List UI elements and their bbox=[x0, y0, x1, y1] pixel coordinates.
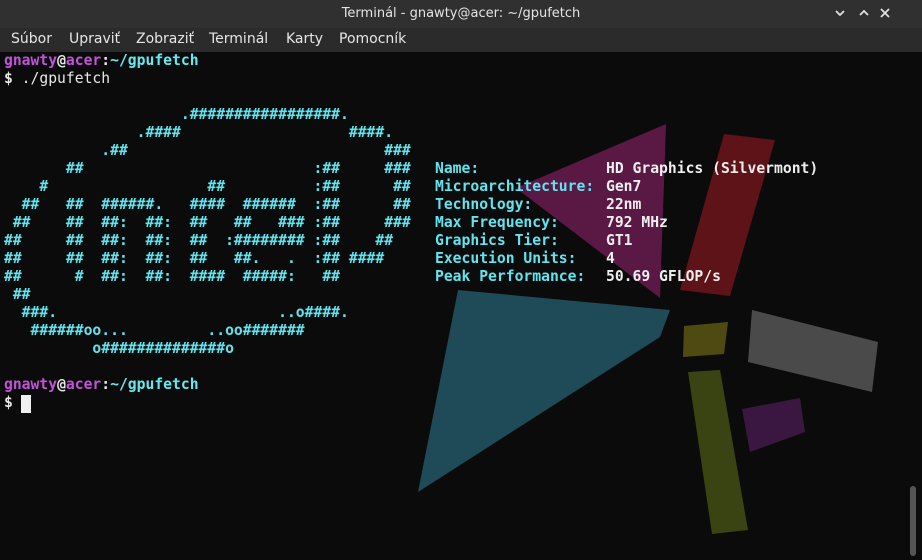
info-value: 4 bbox=[606, 250, 615, 267]
info-value: 792 MHz bbox=[606, 214, 668, 231]
scrollbar-thumb[interactable] bbox=[910, 486, 916, 556]
minimize-icon[interactable] bbox=[832, 5, 848, 21]
prompt-sep: : bbox=[101, 376, 111, 393]
logo-line: ## # ##: ##: #### #####: ## bbox=[4, 268, 341, 285]
close-icon[interactable] bbox=[877, 5, 893, 21]
logo-line: ###. ..o####. bbox=[4, 304, 349, 321]
logo-line: ## :## ### bbox=[4, 160, 411, 177]
info-key: Microarchitecture: bbox=[435, 178, 595, 195]
menu-edit[interactable]: Upraviť bbox=[67, 30, 122, 48]
menu-help[interactable]: Pomocník bbox=[337, 30, 408, 48]
window-titlebar: Terminál - gnawty@acer: ~/gpufetch bbox=[0, 0, 922, 28]
prompt-user: gnawty bbox=[4, 52, 58, 69]
prompt-at: @ bbox=[57, 52, 66, 69]
prompt-host: acer bbox=[65, 52, 102, 69]
window-title: Terminál - gnawty@acer: ~/gpufetch bbox=[341, 6, 581, 21]
info-key: Name: bbox=[435, 160, 480, 177]
command-text: ./gpufetch bbox=[12, 70, 111, 87]
prompt-user: gnawty bbox=[4, 376, 58, 393]
prompt-dollar: $ bbox=[4, 70, 13, 87]
info-row-execution-units: Execution Units: 4 bbox=[435, 250, 615, 268]
input-line[interactable]: $ bbox=[4, 394, 13, 412]
info-row-graphics-tier: Graphics Tier: GT1 bbox=[435, 232, 633, 250]
terminal-area[interactable]: gnawty@acer:~/gpufetch $ ./gpufetch .###… bbox=[0, 52, 922, 560]
logo-line: o##############o bbox=[4, 340, 234, 357]
prompt-dollar: $ bbox=[4, 394, 13, 411]
logo-line: ## ## ##: ##: ## ## ### :## ### bbox=[4, 214, 411, 231]
logo-line: .## ### bbox=[4, 142, 411, 159]
prompt-line-2: gnawty@acer:~/gpufetch bbox=[4, 376, 199, 394]
logo-line: ## ## ##: ##: ## :######## :## ## bbox=[4, 232, 394, 249]
info-row-name: Name: HD Graphics (Silvermont) bbox=[435, 160, 818, 178]
logo-line: .#### ####. bbox=[4, 124, 394, 141]
command-line: $ ./gpufetch bbox=[4, 70, 110, 88]
menubar: Súbor Upraviť Zobraziť Terminál Karty Po… bbox=[0, 28, 922, 52]
info-key: Graphics Tier: bbox=[435, 232, 559, 249]
menu-view[interactable]: Zobraziť bbox=[134, 30, 196, 48]
info-key: Technology: bbox=[435, 196, 533, 213]
info-row-max-frequency: Max Frequency: 792 MHz bbox=[435, 214, 668, 232]
info-value: 22nm bbox=[606, 196, 642, 213]
text-cursor bbox=[21, 395, 31, 413]
prompt-at: @ bbox=[57, 376, 66, 393]
logo-line: # ## :## ## bbox=[4, 178, 411, 195]
prompt-host: acer bbox=[65, 376, 102, 393]
menu-terminal[interactable]: Terminál bbox=[207, 30, 270, 48]
info-key: Peak Performance: bbox=[435, 268, 586, 285]
logo-line: .#################. bbox=[4, 106, 349, 123]
info-value: Gen7 bbox=[606, 178, 642, 195]
logo-line: ## bbox=[4, 286, 31, 303]
info-value: 50.69 GFLOP/s bbox=[606, 268, 721, 285]
info-value: GT1 bbox=[606, 232, 633, 249]
logo-line: ## ## ##: ##: ## ##. . :## #### bbox=[4, 250, 385, 267]
prompt-path: ~/gpufetch bbox=[110, 376, 199, 393]
menu-tabs[interactable]: Karty bbox=[284, 30, 325, 48]
menu-file[interactable]: Súbor bbox=[9, 30, 54, 48]
logo-line: ######oo... ..oo####### bbox=[4, 322, 305, 339]
info-key: Execution Units: bbox=[435, 250, 577, 267]
prompt-path: ~/gpufetch bbox=[110, 52, 199, 69]
logo-line: ## ## ######. #### ###### :## ## bbox=[4, 196, 411, 213]
info-row-peak-performance: Peak Performance: 50.69 GFLOP/s bbox=[435, 268, 721, 286]
prompt-sep: : bbox=[101, 52, 111, 69]
info-row-microarchitecture: Microarchitecture: Gen7 bbox=[435, 178, 641, 196]
prompt-line-1: gnawty@acer:~/gpufetch bbox=[4, 52, 199, 70]
info-value: HD Graphics (Silvermont) bbox=[606, 160, 819, 177]
info-key: Max Frequency: bbox=[435, 214, 559, 231]
info-row-technology: Technology: 22nm bbox=[435, 196, 641, 214]
maximize-icon[interactable] bbox=[856, 5, 872, 21]
